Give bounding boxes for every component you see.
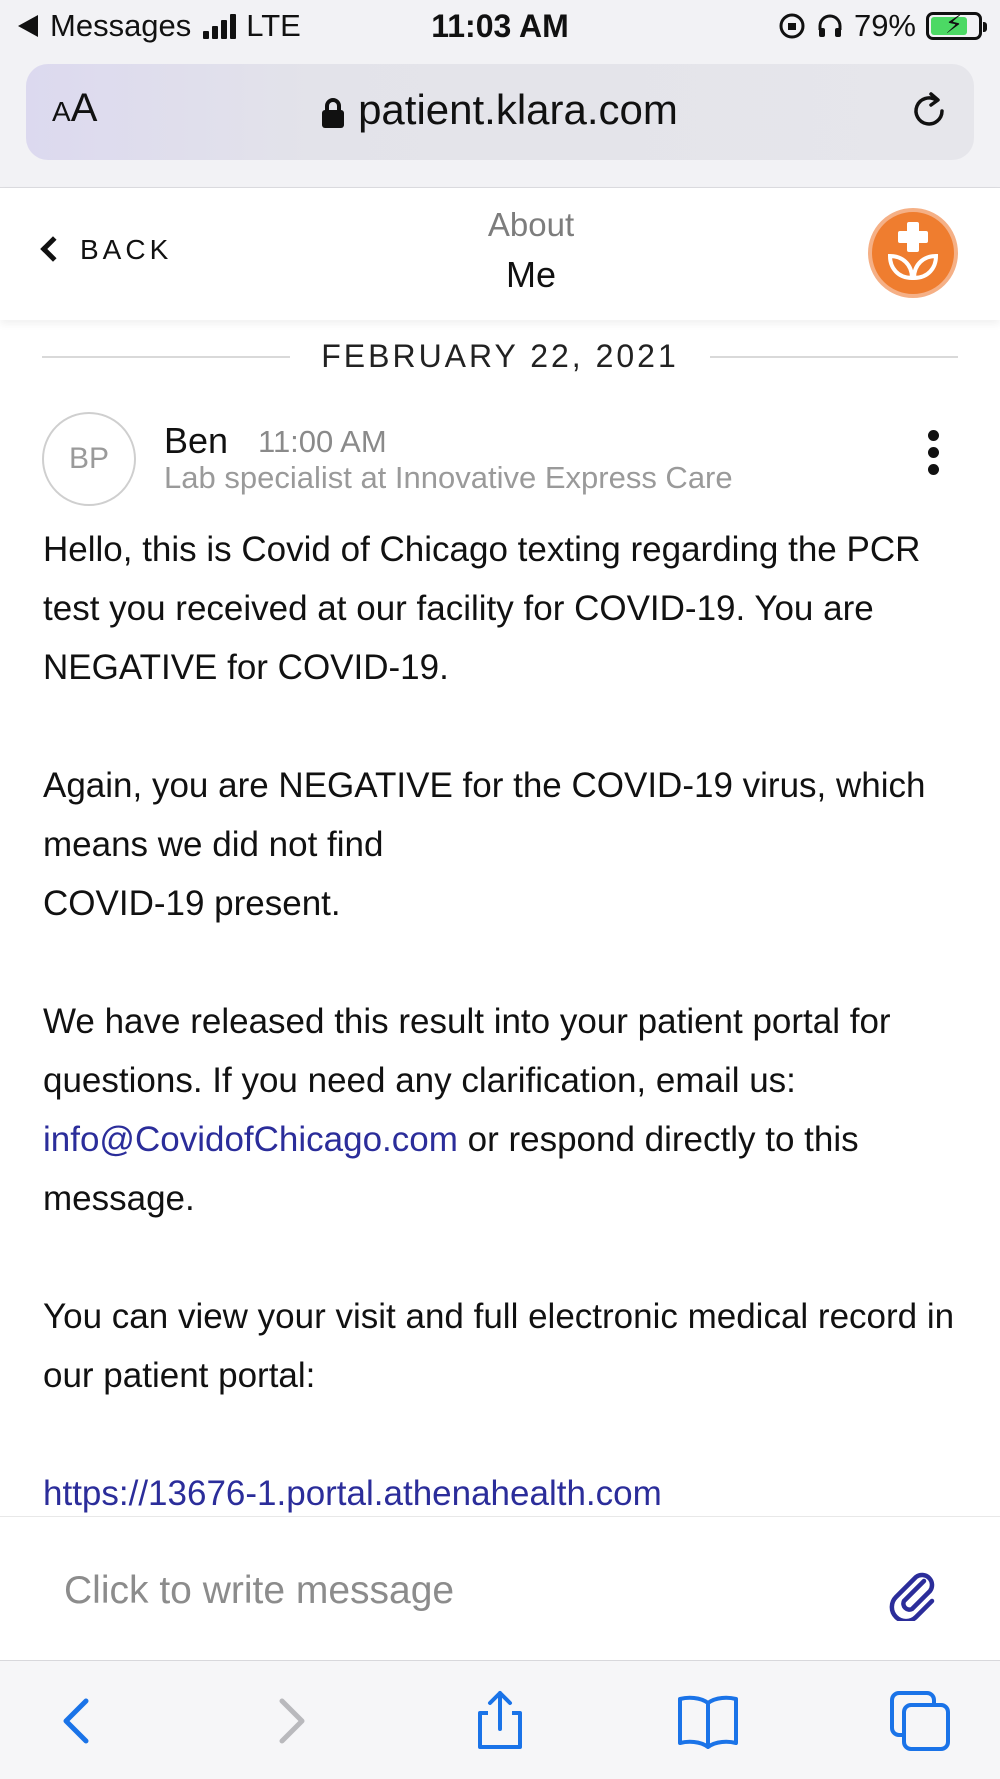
message-paragraph-3: We have released this result into your p… xyxy=(43,992,963,1228)
message-input[interactable]: Click to write message xyxy=(64,1569,454,1613)
url-text: patient.klara.com xyxy=(358,86,678,133)
message-paragraph-2-line1: Again, you are NEGATIVE for the COVID-19… xyxy=(43,766,926,864)
message-paragraph-1: Hello, this is Covid of Chicago texting … xyxy=(43,530,921,687)
message-time: 11:00 AM xyxy=(258,424,387,459)
browser-address-area: AA patient.klara.com xyxy=(0,56,1000,188)
share-icon[interactable] xyxy=(468,1689,532,1753)
reload-icon[interactable] xyxy=(906,88,952,134)
back-icon[interactable] xyxy=(46,1689,110,1753)
forward-icon[interactable] xyxy=(258,1689,322,1753)
url-display[interactable]: patient.klara.com xyxy=(26,86,974,134)
app-header: BACK About Me xyxy=(0,188,1000,320)
headphones-icon xyxy=(818,14,842,37)
rotation-lock-icon xyxy=(779,13,805,39)
message-paragraph-3-start: We have released this result into your p… xyxy=(43,1002,891,1100)
status-bar: Messages LTE 11:03 AM 79% ⚡ xyxy=(0,0,1000,56)
header-title-line1: About xyxy=(487,206,575,243)
bookmarks-icon[interactable] xyxy=(676,1689,740,1753)
address-bar[interactable]: AA patient.klara.com xyxy=(26,64,974,160)
header-title-line2: Me xyxy=(505,254,556,295)
status-right: 79% ⚡ xyxy=(778,8,987,44)
browser-toolbar xyxy=(0,1660,1000,1779)
message-paragraph-2-line2: COVID-19 present. xyxy=(43,884,341,923)
message-paragraph-4: You can view your visit and full electro… xyxy=(43,1297,955,1395)
lock-icon xyxy=(322,97,345,128)
email-link[interactable]: info@CovidofChicago.com xyxy=(43,1120,458,1159)
message-paragraph-5: https://13676-1.portal.athenahealth.com xyxy=(43,1464,963,1523)
divider-line-right xyxy=(710,356,958,358)
clinic-logo xyxy=(868,208,958,298)
sender-role: Lab specialist at Innovative Express Car… xyxy=(164,460,733,495)
battery-icon: ⚡ xyxy=(926,9,987,40)
date-divider: FEBRUARY 22, 2021 xyxy=(42,338,958,378)
battery-percent: 79% xyxy=(853,8,916,43)
attachment-icon[interactable] xyxy=(884,1565,940,1621)
message-body: Hello, this is Covid of Chicago texting … xyxy=(43,520,963,1523)
sender-name: Ben xyxy=(164,420,229,461)
portal-link[interactable]: https://13676-1.portal.athenahealth.com xyxy=(43,1474,662,1513)
tabs-icon[interactable] xyxy=(888,1689,952,1753)
avatar: BP xyxy=(42,412,136,506)
charging-bolt-icon: ⚡ xyxy=(944,9,964,39)
message-paragraph-2: Again, you are NEGATIVE for the COVID-19… xyxy=(43,756,963,933)
message-composer[interactable]: Click to write message xyxy=(0,1516,1000,1660)
more-options-icon[interactable] xyxy=(926,430,940,480)
medical-leaf-logo-icon xyxy=(887,222,939,281)
